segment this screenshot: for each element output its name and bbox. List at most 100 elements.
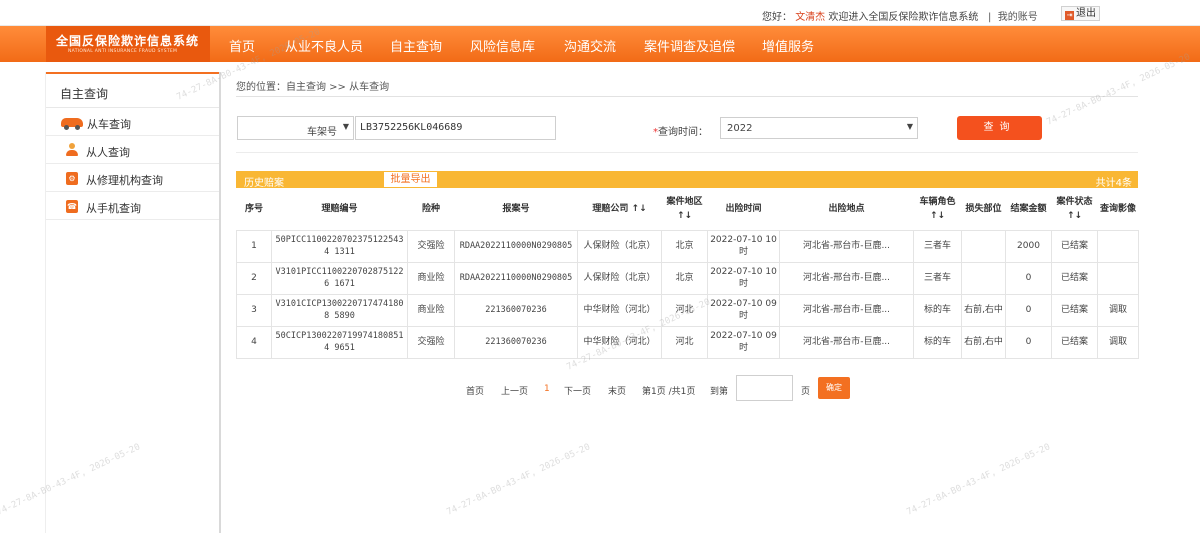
table-cell: 1: [236, 229, 272, 263]
table-cell: V3101PICC11002207028751226 1671: [271, 261, 408, 295]
table-cell: 2022-07-10 10时: [707, 261, 780, 295]
view-image-link[interactable]: [1097, 229, 1139, 263]
logout-button[interactable]: ⇥ 退出: [1061, 6, 1100, 21]
logo-subtitle: NATIONAL ANTI INSURANCE FRAUD SYSTEM: [68, 49, 178, 54]
column-header[interactable]: 案件地区 ↑↓: [661, 188, 708, 231]
query-time-select[interactable]: 2022 ▼: [720, 117, 918, 139]
column-header: 损失部位: [961, 188, 1006, 231]
table-cell: 三者车: [913, 229, 962, 263]
breadcrumb: 您的位置：自主查询 >> 从车查询: [236, 82, 390, 93]
confirm-button[interactable]: 确定: [818, 377, 850, 399]
batch-export-button[interactable]: 批量导出: [384, 172, 437, 187]
sidebar-item-repair-shop-query[interactable]: ⚙ 从修理机构查询: [46, 164, 219, 192]
table-cell: [961, 229, 1006, 263]
nav-item-risk-db[interactable]: 风险信息库: [470, 36, 535, 55]
table-cell: 0: [1005, 325, 1052, 359]
page-info: 第1页 /共1页: [642, 387, 696, 397]
table-row: 1 50PICC11002207023751225434 1311 交强险 RDAA2…: [236, 229, 1139, 263]
column-header[interactable]: 理赔公司 ↑↓: [577, 188, 662, 231]
search-type-select[interactable]: 车架号 ▼: [237, 116, 354, 140]
column-header: 结案金额: [1005, 188, 1052, 231]
table-cell: 2022-07-10 09时: [707, 293, 780, 327]
username[interactable]: 文清杰: [795, 12, 825, 23]
table-cell: 右前,右中: [961, 293, 1006, 327]
column-header: 出险地点: [779, 188, 914, 231]
column-header: 理赔编号: [271, 188, 408, 231]
results-total: 共计4条: [1095, 178, 1132, 189]
nav-item-self-query[interactable]: 自主查询: [390, 36, 442, 55]
table-cell: 已结案: [1051, 229, 1098, 263]
query-time-label-text: 查询时间：: [658, 127, 708, 138]
column-header[interactable]: 车辆角色 ↑↓: [913, 188, 962, 231]
view-image-link[interactable]: [1097, 261, 1139, 295]
table-cell: 4: [236, 325, 272, 359]
first-page-link[interactable]: 首页: [466, 384, 484, 397]
view-image-link[interactable]: 调取: [1097, 293, 1139, 327]
query-button[interactable]: 查询: [957, 116, 1042, 140]
results-title: 历史赔案: [244, 178, 284, 189]
phone-icon: ☎: [66, 200, 78, 213]
person-icon: [66, 143, 78, 157]
logo-title: 全国反保险欺诈信息系统: [56, 34, 200, 48]
table-cell: 河北省-邢台市-巨鹿...: [779, 261, 914, 295]
car-icon: [61, 118, 83, 130]
page-unit-label: 页: [801, 387, 811, 397]
table-row: 3 V3101CICP13002207174741808 5890 商业险 22136…: [236, 293, 1139, 327]
table-cell: 交强险: [407, 325, 455, 359]
table-cell: 221360070236: [454, 325, 578, 359]
table-cell: [961, 261, 1006, 295]
table-cell: 2000: [1005, 229, 1052, 263]
column-header[interactable]: 案件状态 ↑↓: [1051, 188, 1098, 231]
sidebar-item-label: 从修理机构查询: [86, 174, 163, 187]
prev-page-link[interactable]: 上一页: [501, 384, 528, 397]
nav-item-home[interactable]: 首页: [229, 36, 255, 55]
column-header: 查询影像: [1097, 188, 1139, 231]
table-cell: RDAA2022110000N0290805: [454, 229, 578, 263]
results-bar: 历史赔案 批量导出 共计4条: [236, 171, 1138, 189]
nav-item-case-investigation[interactable]: 案件调查及追偿: [644, 36, 735, 55]
sidebar-item-phone-query[interactable]: ☎ 从手机查询: [46, 192, 219, 220]
greeting-prefix: 您好：: [762, 12, 792, 23]
watermark: 74-27-8A-B0-43-4F, 2026-05-20: [1045, 52, 1192, 128]
table-cell: 河北: [661, 293, 708, 327]
table-cell: 2022-07-10 10时: [707, 229, 780, 263]
goto-page-input[interactable]: [736, 375, 793, 401]
table-body: 1 50PICC11002207023751225434 1311 交强险 RDAA2…: [236, 229, 1139, 359]
separator: |: [988, 12, 992, 23]
table-cell: 中华财险（河北）: [577, 325, 662, 359]
column-header: 险种: [407, 188, 455, 231]
table-cell: 0: [1005, 293, 1052, 327]
query-time-label: *查询时间：: [653, 123, 708, 138]
table-cell: 3: [236, 293, 272, 327]
table-cell: 河北: [661, 325, 708, 359]
sidebar-item-vehicle-query[interactable]: 从车查询: [46, 108, 219, 136]
table-cell: 50PICC11002207023751225434 1311: [271, 229, 408, 263]
divider: [236, 152, 1138, 153]
table-cell: 2022-07-10 09时: [707, 325, 780, 359]
view-image-link[interactable]: 调取: [1097, 325, 1139, 359]
table-cell: 北京: [661, 229, 708, 263]
table-cell: 右前,右中: [961, 325, 1006, 359]
sidebar-title: 自主查询: [46, 72, 219, 108]
nav-item-communication[interactable]: 沟通交流: [564, 36, 616, 55]
sidebar-item-label: 从人查询: [86, 146, 130, 159]
nav-item-value-added[interactable]: 增值服务: [762, 36, 814, 55]
chevron-down-icon: ▼: [906, 122, 913, 131]
table-cell: 50CICP13002207199741808514 9651: [271, 325, 408, 359]
sidebar-item-person-query[interactable]: 从人查询: [46, 136, 219, 164]
table-cell: 标的车: [913, 293, 962, 327]
last-page-link[interactable]: 末页: [608, 384, 626, 397]
table-cell: 商业险: [407, 261, 455, 295]
nav-item-bad-personnel[interactable]: 从业不良人员: [285, 36, 363, 55]
table-cell: 人保财险（北京）: [577, 229, 662, 263]
table-cell: 河北省-邢台市-巨鹿...: [779, 293, 914, 327]
table-cell: RDAA2022110000N0290805: [454, 261, 578, 295]
current-page[interactable]: 1: [544, 384, 550, 394]
logout-label: 退出: [1076, 8, 1096, 19]
next-page-link[interactable]: 下一页: [564, 384, 591, 397]
logout-icon: ⇥: [1065, 11, 1074, 20]
table-row: 2 V3101PICC11002207028751226 1671 商业险 RDAA2…: [236, 261, 1139, 295]
logo[interactable]: 全国反保险欺诈信息系统 NATIONAL ANTI INSURANCE FRAU…: [46, 26, 210, 62]
my-account-link[interactable]: 我的账号: [998, 12, 1038, 23]
vin-input[interactable]: LB3752256KL046689: [355, 116, 556, 140]
